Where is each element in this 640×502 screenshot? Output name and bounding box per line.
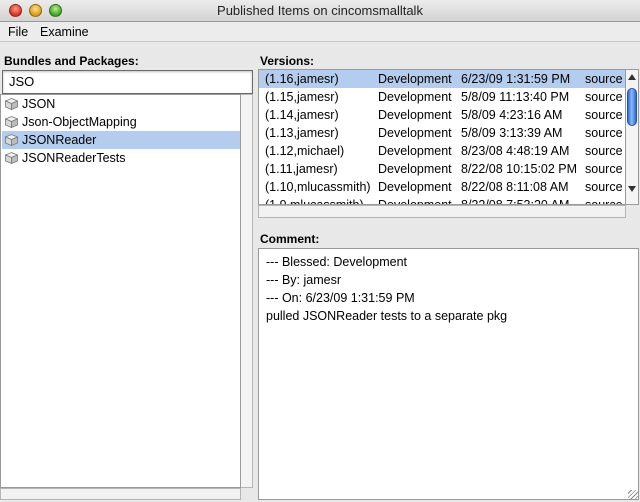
version-row[interactable]: (1.10,mlucassmith) Development 8/22/08 8:1… xyxy=(259,178,625,196)
version-type: source xyxy=(585,108,623,122)
version-row[interactable]: (1.9,mlucassmith) Development 8/22/08 7:53… xyxy=(259,196,625,205)
version-blessing: Development xyxy=(378,180,452,194)
version-id: (1.9,mlucassmith) xyxy=(265,198,364,205)
package-cube-icon xyxy=(5,116,18,128)
versions-label: Versions: xyxy=(260,54,315,68)
window-title: Published Items on cincomsmalltalk xyxy=(217,3,423,18)
version-row[interactable]: (1.15,jamesr) Development 5/8/09 11:13:40 … xyxy=(259,88,625,106)
version-blessing: Development xyxy=(378,72,452,86)
versions-scrollbar[interactable] xyxy=(626,69,639,205)
package-cube-icon xyxy=(5,134,18,146)
version-blessing: Development xyxy=(378,198,452,205)
menu-examine[interactable]: Examine xyxy=(40,25,89,39)
version-blessing: Development xyxy=(378,144,452,158)
comment-line: pulled JSONReader tests to a separate pk… xyxy=(266,309,508,323)
versions-horizontal-scrollbar[interactable] xyxy=(258,205,626,218)
version-row[interactable]: (1.11,jamesr) Development 8/22/08 10:15:02… xyxy=(259,160,625,178)
versions-scroll-thumb[interactable] xyxy=(627,88,637,126)
version-blessing: Development xyxy=(378,108,452,122)
scroll-down-arrow-icon[interactable] xyxy=(628,186,636,192)
package-list[interactable]: JSON Json-ObjectMapping JSONReader JSONRead… xyxy=(0,94,241,488)
package-list-item[interactable]: JSONReader xyxy=(2,131,240,149)
version-type: source xyxy=(585,144,623,158)
package-cube-icon xyxy=(5,98,18,110)
version-id: (1.10,mlucassmith) xyxy=(265,180,371,194)
version-date: 8/23/08 4:48:19 AM xyxy=(461,144,570,158)
version-type: source xyxy=(585,180,623,194)
version-id: (1.13,jamesr) xyxy=(265,126,339,140)
version-date: 5/8/09 11:13:40 PM xyxy=(461,90,570,104)
version-row[interactable]: (1.12,michael) Development 8/23/08 4:48:19… xyxy=(259,142,625,160)
version-blessing: Development xyxy=(378,90,452,104)
version-type: source xyxy=(585,72,623,86)
package-list-horizontal-scrollbar[interactable] xyxy=(0,488,241,500)
package-name: JSON xyxy=(22,97,56,111)
version-row[interactable]: (1.14,jamesr) Development 5/8/09 4:23:16 A… xyxy=(259,106,625,124)
version-row[interactable]: (1.13,jamesr) Development 5/8/09 3:13:39 A… xyxy=(259,124,625,142)
version-date: 8/22/08 7:53:20 AM xyxy=(461,198,570,205)
version-date: 8/22/08 10:15:02 PM xyxy=(461,162,578,176)
comment-line: --- Blessed: Development xyxy=(266,255,408,269)
versions-list[interactable]: (1.16,jamesr) Development 6/23/09 1:31:59 … xyxy=(258,69,626,205)
version-blessing: Development xyxy=(378,162,452,176)
comment-line: --- By: jamesr xyxy=(266,273,341,287)
bundles-label: Bundles and Packages: xyxy=(4,54,139,68)
version-id: (1.15,jamesr) xyxy=(265,90,339,104)
version-type: source xyxy=(585,198,623,205)
version-blessing: Development xyxy=(378,126,452,140)
comment-label: Comment: xyxy=(260,232,320,246)
package-list-item[interactable]: JSONReaderTests xyxy=(2,149,240,167)
version-id: (1.16,jamesr) xyxy=(265,72,339,86)
version-date: 5/8/09 3:13:39 AM xyxy=(461,126,563,140)
package-name: Json-ObjectMapping xyxy=(22,115,137,129)
package-list-item[interactable]: JSON xyxy=(2,95,240,113)
version-id: (1.11,jamesr) xyxy=(265,162,338,176)
version-type: source xyxy=(585,162,623,176)
title-bar: Published Items on cincomsmalltalk xyxy=(0,0,640,22)
version-type: source xyxy=(585,90,623,104)
version-row[interactable]: (1.16,jamesr) Development 6/23/09 1:31:59 … xyxy=(259,70,625,88)
version-date: 8/22/08 8:11:08 AM xyxy=(461,180,569,194)
version-type: source xyxy=(585,126,623,140)
menu-file[interactable]: File xyxy=(8,25,28,39)
resize-grip-icon[interactable] xyxy=(628,490,638,500)
comment-line: --- On: 6/23/09 1:31:59 PM xyxy=(266,291,415,305)
scroll-up-arrow-icon[interactable] xyxy=(628,74,636,80)
version-date: 5/8/09 4:23:16 AM xyxy=(461,108,563,122)
comment-text-area[interactable]: --- Blessed: Development --- By: jamesr --… xyxy=(258,248,639,500)
package-list-item[interactable]: Json-ObjectMapping xyxy=(2,113,240,131)
package-name: JSONReader xyxy=(22,133,97,147)
version-id: (1.12,michael) xyxy=(265,144,345,158)
version-date: 6/23/09 1:31:59 PM xyxy=(461,72,571,86)
package-list-scrollbar[interactable] xyxy=(241,94,253,488)
package-cube-icon xyxy=(5,152,18,164)
version-id: (1.14,jamesr) xyxy=(265,108,339,122)
package-filter-input[interactable]: JSO xyxy=(2,70,253,94)
package-name: JSONReaderTests xyxy=(22,151,126,165)
menu-bar: File Examine xyxy=(0,22,640,42)
